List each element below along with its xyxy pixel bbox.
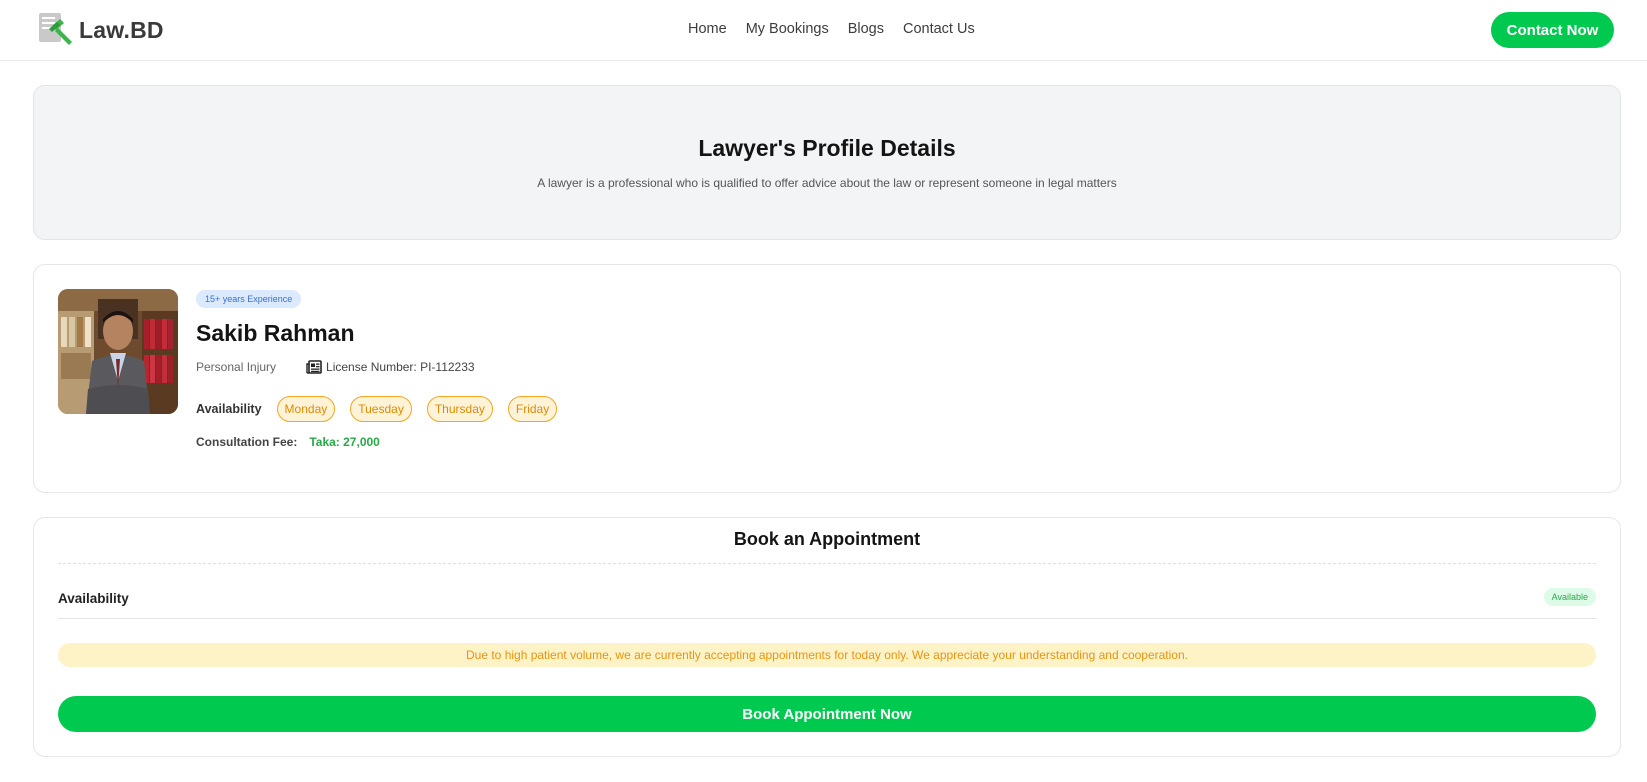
profile-info: 15+ years Experience Sakib Rahman Person… (196, 289, 572, 449)
license-info: License Number: PI-112233 (306, 360, 475, 374)
booking-availability-label: Availability (58, 591, 129, 606)
day-pill-friday: Friday (507, 396, 558, 422)
license-number: License Number: PI-112233 (326, 360, 475, 374)
page-title: Lawyer's Profile Details (698, 135, 956, 161)
navbar: Law.BD Home My Bookings Blogs Contact Us… (0, 0, 1647, 61)
nav-link-contact-us[interactable]: Contact Us (903, 21, 975, 37)
booking-title: Book an Appointment (733, 529, 921, 549)
nav-link-my-bookings[interactable]: My Bookings (746, 21, 829, 37)
lawyer-profile-card: 15+ years Experience Sakib Rahman Person… (33, 264, 1621, 493)
day-pill-monday: Monday (276, 396, 336, 422)
lawyer-photo (58, 289, 178, 414)
book-appointment-button[interactable]: Book Appointment Now (58, 696, 1596, 732)
specialty: Personal Injury (196, 360, 277, 374)
day-pill-thursday: Thursday (426, 396, 493, 422)
fee-label: Consultation Fee: (196, 435, 298, 449)
availability-label: Availability (196, 402, 262, 416)
status-badge: Available (1543, 588, 1596, 606)
brand-name: Law.BD (79, 16, 164, 43)
hero-banner: Lawyer's Profile Details A lawyer is a p… (33, 85, 1621, 240)
nav-link-home[interactable]: Home (688, 21, 727, 37)
day-pill-tuesday: Tuesday (350, 396, 412, 422)
divider (58, 563, 1596, 564)
main-nav: Home My Bookings Blogs Contact Us (688, 21, 975, 37)
gavel-document-icon (38, 12, 76, 48)
newspaper-icon (306, 360, 322, 374)
fee-value: Taka: 27,000 (309, 435, 380, 449)
page-subtitle: A lawyer is a professional who is qualif… (537, 176, 1117, 190)
experience-badge: 15+ years Experience (196, 290, 302, 308)
booking-card: Book an Appointment Availability Availab… (33, 517, 1621, 757)
notice-banner: Due to high patient volume, we are curre… (58, 643, 1596, 667)
contact-now-button[interactable]: Contact Now (1491, 12, 1614, 48)
brand[interactable]: Law.BD (38, 12, 164, 48)
nav-link-blogs[interactable]: Blogs (848, 21, 884, 37)
lawyer-name: Sakib Rahman (196, 320, 355, 346)
profile-meta: Personal Injury License Number: PI-11223… (196, 360, 572, 374)
consultation-fee-row: Consultation Fee: Taka: 27,000 (196, 435, 572, 449)
divider (58, 618, 1596, 619)
availability-row: Availability Monday Tuesday Thursday Fri… (196, 396, 572, 422)
